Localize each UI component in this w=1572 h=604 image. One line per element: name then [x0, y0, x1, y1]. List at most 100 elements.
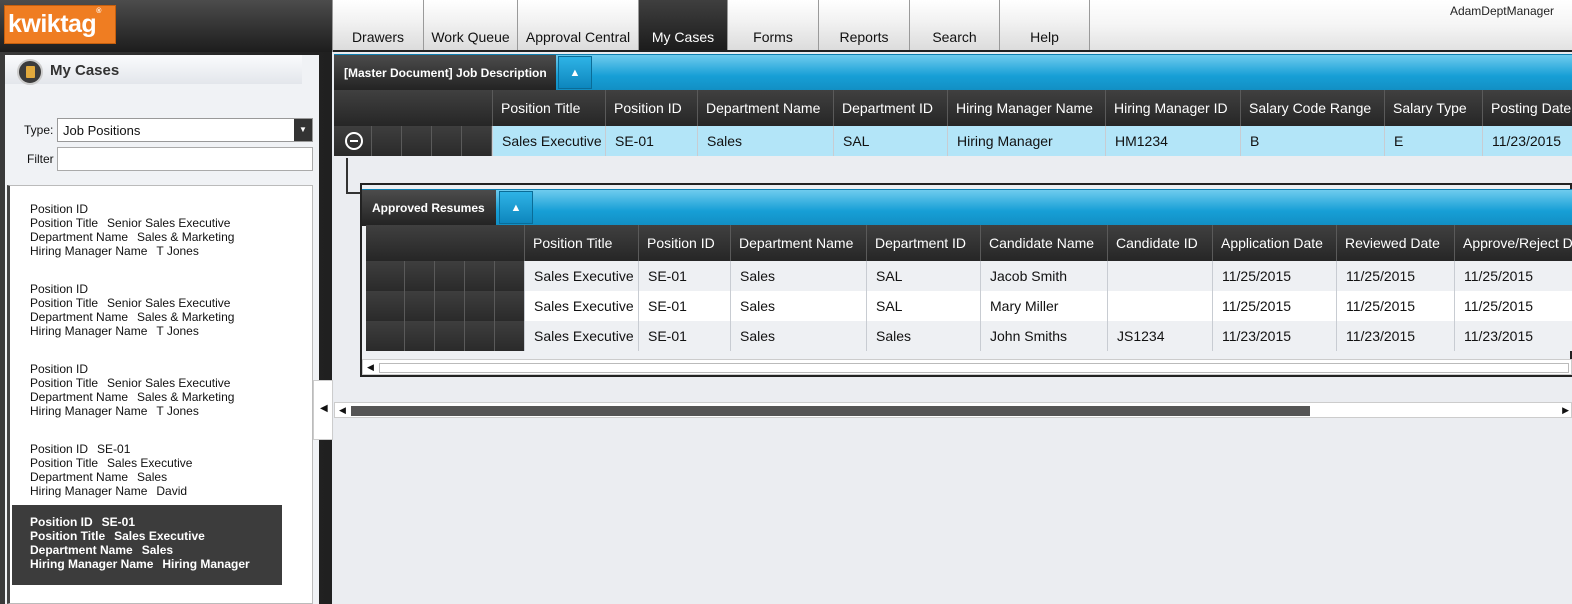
master-tab-bar: [Master Document] Job Description ▲	[334, 54, 1572, 91]
approved-resumes-tab[interactable]: Approved Resumes	[362, 190, 496, 226]
column-header[interactable]: Hiring Manager ID	[1105, 90, 1240, 126]
table-cell	[1107, 261, 1212, 291]
table-cell: 11/25/2015	[1212, 261, 1336, 291]
row-control[interactable]	[366, 321, 405, 351]
tab-approval-central[interactable]: Approval Central	[518, 0, 639, 50]
scroll-left-icon[interactable]: ◀	[339, 405, 346, 416]
scroll-thumb[interactable]	[379, 363, 1569, 373]
list-item[interactable]: Position ID Position Title Senior Sales Ex…	[12, 352, 282, 432]
sidebar-collapse-toggle[interactable]: ◀	[313, 380, 333, 440]
row-control[interactable]	[465, 291, 495, 321]
row-control[interactable]	[465, 321, 495, 351]
column-header[interactable]: Department Name	[730, 225, 866, 261]
tab-reports[interactable]: Reports	[819, 0, 910, 50]
top-bar: kwiktag® Drawers Work Queue Approval Cen…	[0, 0, 1572, 52]
tab-drawers[interactable]: Drawers	[333, 0, 424, 50]
row-control[interactable]	[405, 321, 435, 351]
row-control[interactable]	[405, 261, 435, 291]
field-label: Position Title	[30, 216, 99, 230]
column-header[interactable]: Candidate ID	[1107, 225, 1212, 261]
list-item[interactable]: Position ID Position Title Senior Sales Ex…	[12, 192, 282, 272]
column-header[interactable]: Department ID	[833, 90, 947, 126]
column-header[interactable]: Posting Date	[1482, 90, 1572, 126]
table-row[interactable]: Sales Executive SE-01 Sales Sales John Smith…	[366, 321, 1572, 351]
column-header[interactable]: Reviewed Date	[1336, 225, 1454, 261]
list-item-field: Position Title Senior Sales Executive	[30, 296, 282, 310]
scroll-right-icon[interactable]: ▶	[1562, 405, 1569, 416]
table-cell: JS1234	[1107, 321, 1212, 351]
row-control[interactable]	[495, 261, 525, 291]
master-table-header: Position Title Position ID Department Name…	[334, 90, 1572, 126]
table-cell: Sales Executive	[524, 261, 638, 291]
table-cell: HM1234	[1105, 126, 1240, 156]
column-header[interactable]: Salary Code Range	[1240, 90, 1384, 126]
collapse-icon[interactable]	[345, 132, 363, 150]
type-select[interactable]: Job Positions ▼	[57, 118, 313, 142]
detail-horizontal-scrollbar[interactable]: ◀	[362, 359, 1572, 375]
scroll-left-icon[interactable]: ◀	[367, 362, 374, 373]
row-control[interactable]	[405, 291, 435, 321]
tab-search[interactable]: Search	[910, 0, 1000, 50]
master-table-row[interactable]: Sales Executive SE-01 Sales SAL Hiring Manag…	[334, 126, 1572, 156]
row-control[interactable]	[402, 126, 432, 156]
column-header[interactable]: Department ID	[866, 225, 980, 261]
list-item[interactable]: Position ID SE-01 Position Title Sales Exec…	[12, 432, 282, 512]
column-header[interactable]: Application Date	[1212, 225, 1336, 261]
chevron-down-icon[interactable]: ▼	[294, 119, 312, 141]
table-cell	[1107, 291, 1212, 321]
row-control[interactable]	[432, 126, 462, 156]
column-header[interactable]: Hiring Manager Name	[947, 90, 1105, 126]
row-control[interactable]	[495, 291, 525, 321]
filter-input[interactable]	[57, 147, 313, 171]
table-cell: 11/25/2015	[1336, 291, 1454, 321]
tab-my-cases[interactable]: My Cases	[639, 0, 728, 50]
row-control[interactable]	[372, 126, 402, 156]
column-header[interactable]: Approve/Reject Da	[1454, 225, 1572, 261]
row-control[interactable]	[435, 321, 465, 351]
table-cell: Sales	[730, 321, 866, 351]
field-label: Position Title	[30, 376, 99, 390]
field-value: Senior Sales Executive	[107, 216, 231, 230]
user-name[interactable]: AdamDeptManager	[1450, 4, 1554, 18]
list-item-field: Department Name Sales	[30, 470, 282, 484]
master-collapse-button[interactable]: ▲	[558, 56, 592, 89]
row-control[interactable]	[495, 321, 525, 351]
field-value: T Jones	[156, 324, 199, 338]
field-value: SE-01	[101, 515, 136, 529]
column-header[interactable]: Position ID	[605, 90, 697, 126]
row-control[interactable]	[435, 291, 465, 321]
tab-forms[interactable]: Forms	[728, 0, 819, 50]
field-label: Department Name	[30, 543, 133, 557]
tab-work-queue[interactable]: Work Queue	[424, 0, 518, 50]
column-header[interactable]: Salary Type	[1384, 90, 1482, 126]
row-control[interactable]	[334, 126, 372, 156]
row-control[interactable]	[366, 261, 405, 291]
column-header[interactable]: Department Name	[697, 90, 833, 126]
list-item-field: Position Title Senior Sales Executive	[30, 216, 282, 230]
list-item[interactable]: Position ID SE-01 Position Title Sales Exec…	[12, 505, 282, 585]
table-row[interactable]: Sales Executive SE-01 Sales SAL Jacob Smith 1…	[366, 261, 1572, 291]
scroll-thumb[interactable]	[351, 406, 1310, 416]
list-item-field: Position Title Sales Executive	[30, 456, 282, 470]
list-item-field: Position ID SE-01	[30, 442, 282, 456]
list-item[interactable]: Position ID Position Title Senior Sales Ex…	[12, 272, 282, 352]
row-control[interactable]	[435, 261, 465, 291]
field-value: David	[156, 484, 188, 498]
main-horizontal-scrollbar[interactable]: ◀ ▶	[334, 402, 1572, 418]
row-control[interactable]	[462, 126, 492, 156]
list-item-field: Department Name Sales & Marketing	[30, 310, 282, 324]
column-header[interactable]: Position Title	[524, 225, 638, 261]
master-document-tab[interactable]: [Master Document] Job Description	[334, 55, 556, 91]
panel-title: My Cases	[50, 62, 120, 79]
table-row[interactable]: Sales Executive SE-01 Sales SAL Mary Miller 1…	[366, 291, 1572, 321]
detail-collapse-button[interactable]: ▲	[499, 191, 533, 224]
list-item-field: Hiring Manager Name Hiring Manager	[30, 557, 282, 571]
field-value: Senior Sales Executive	[107, 296, 231, 310]
kwiktag-logo[interactable]: kwiktag®	[4, 5, 116, 44]
column-header[interactable]: Position ID	[638, 225, 730, 261]
column-header[interactable]: Candidate Name	[980, 225, 1107, 261]
tab-help[interactable]: Help	[1000, 0, 1090, 50]
row-control[interactable]	[465, 261, 495, 291]
column-header[interactable]: Position Title	[492, 90, 605, 126]
row-control[interactable]	[366, 291, 405, 321]
